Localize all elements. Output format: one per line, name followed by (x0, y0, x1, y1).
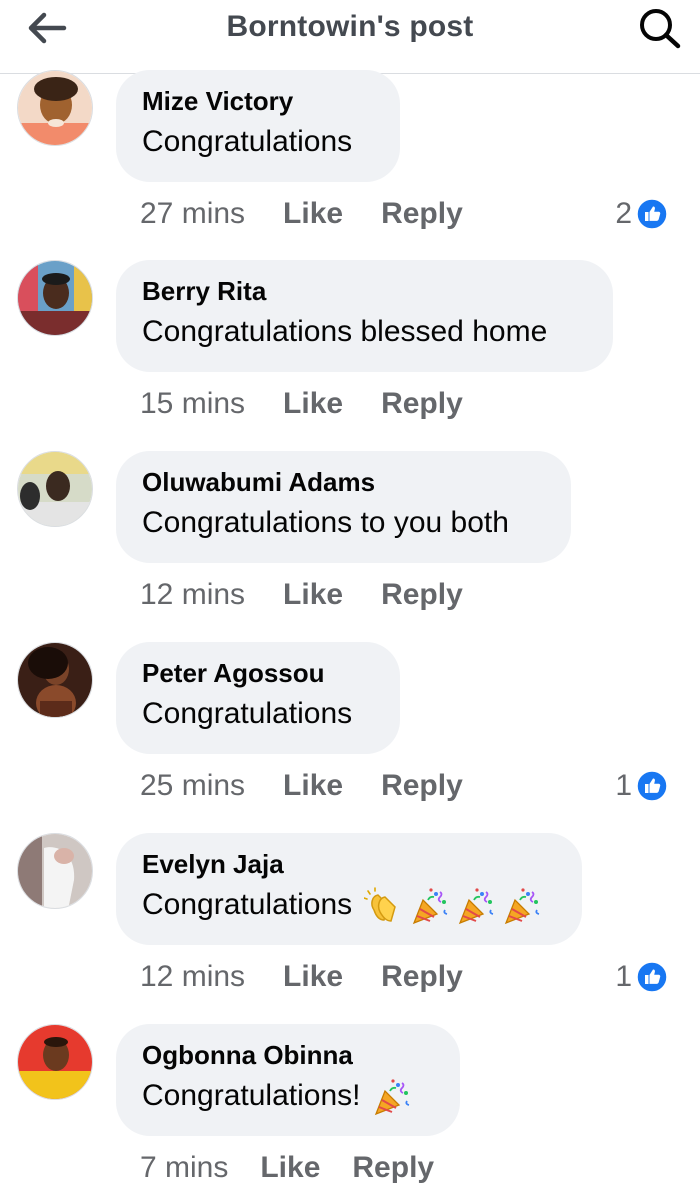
comment-bubble[interactable]: Ogbonna Obinna Congratulations! (116, 1024, 460, 1136)
comment-bubble[interactable]: Oluwabumi Adams Congratulations to you b… (116, 451, 571, 563)
party-popper-icon (502, 886, 542, 926)
comment-item: Oluwabumi Adams Congratulations to you b… (0, 451, 700, 641)
reaction-count[interactable]: 1 (615, 957, 668, 997)
reply-button[interactable]: Reply (381, 194, 463, 234)
app-header: Borntowin's post (0, 0, 700, 74)
comment-timestamp: 7 mins (140, 1151, 229, 1184)
like-button[interactable]: Like (283, 575, 343, 615)
comment-text: Congratulations (142, 697, 353, 730)
avatar-image (18, 1025, 92, 1099)
reply-button[interactable]: Reply (352, 1148, 434, 1188)
like-reaction-icon (636, 770, 668, 802)
reply-button[interactable]: Reply (381, 575, 463, 615)
search-button[interactable] (636, 6, 684, 50)
comment-timestamp: 15 mins (140, 387, 246, 420)
like-button[interactable]: Like (283, 194, 343, 234)
reply-button[interactable]: Reply (381, 384, 463, 424)
search-icon (640, 9, 681, 49)
emoji-row (372, 1077, 412, 1117)
like-reaction-icon (636, 198, 668, 230)
comment-text: Congratulations (142, 885, 556, 926)
avatar[interactable] (17, 70, 93, 146)
comment-item: Mize Victory Congratulations 27 mins Lik… (0, 70, 700, 260)
like-button[interactable]: Like (283, 384, 343, 424)
emoji-row (364, 886, 542, 926)
comment-author[interactable]: Evelyn Jaja (142, 847, 556, 881)
comment-author[interactable]: Oluwabumi Adams (142, 465, 545, 499)
comment-meta: 12 mins Like Reply (140, 957, 463, 997)
party-popper-icon (410, 886, 450, 926)
comment-text: Congratulations blessed home (142, 315, 548, 348)
comment-meta: 7 mins Like Reply (140, 1148, 434, 1188)
comment-text: Congratulations to you both (142, 506, 509, 539)
avatar[interactable] (17, 1024, 93, 1100)
comment-meta: 15 mins Like Reply (140, 384, 463, 424)
comment-bubble[interactable]: Evelyn Jaja Congratulations (116, 833, 582, 945)
comment-meta: 27 mins Like Reply (140, 194, 463, 234)
avatar[interactable] (17, 451, 93, 527)
comment-item: Evelyn Jaja Congratulations 12 mins Like… (0, 833, 700, 1023)
comment-timestamp: 12 mins (140, 578, 246, 611)
party-popper-icon (456, 886, 496, 926)
like-reaction-icon (636, 961, 668, 993)
reaction-count[interactable]: 2 (615, 194, 668, 234)
comment-bubble[interactable]: Berry Rita Congratulations blessed home (116, 260, 613, 372)
avatar[interactable] (17, 833, 93, 909)
reaction-count-number: 1 (615, 769, 632, 802)
comment-text: Congratulations (142, 125, 353, 158)
avatar-image (18, 834, 92, 908)
reply-button[interactable]: Reply (381, 957, 463, 997)
reaction-count[interactable]: 1 (615, 766, 668, 806)
comment-author[interactable]: Ogbonna Obinna (142, 1038, 434, 1072)
comment-bubble[interactable]: Peter Agossou Congratulations (116, 642, 400, 754)
reaction-count-number: 1 (615, 960, 632, 993)
comment-item: Peter Agossou Congratulations 25 mins Li… (0, 642, 700, 832)
party-popper-icon (372, 1077, 412, 1117)
comment-item: Ogbonna Obinna Congratulations! 7 mins L… (0, 1024, 700, 1200)
comment-author[interactable]: Mize Victory (142, 84, 374, 118)
comment-text: Congratulations! (142, 1076, 434, 1117)
avatar[interactable] (17, 642, 93, 718)
comment-text-content: Congratulations (142, 888, 353, 921)
avatar-image (18, 643, 92, 717)
comment-text-content: Congratulations! (142, 1079, 361, 1112)
comment-item: Berry Rita Congratulations blessed home … (0, 260, 700, 450)
page-title: Borntowin's post (226, 10, 474, 43)
comment-meta: 12 mins Like Reply (140, 575, 463, 615)
comment-author[interactable]: Berry Rita (142, 274, 587, 308)
reply-button[interactable]: Reply (381, 766, 463, 806)
avatar[interactable] (17, 260, 93, 336)
avatar-image (18, 71, 92, 145)
comment-bubble[interactable]: Mize Victory Congratulations (116, 70, 400, 182)
comment-author[interactable]: Peter Agossou (142, 656, 374, 690)
comment-timestamp: 12 mins (140, 960, 246, 993)
clapping-hands-icon (364, 886, 404, 926)
comment-meta: 25 mins Like Reply (140, 766, 463, 806)
avatar-image (18, 261, 92, 335)
comment-timestamp: 25 mins (140, 769, 246, 802)
reaction-count-number: 2 (615, 197, 632, 230)
comment-timestamp: 27 mins (140, 197, 246, 230)
like-button[interactable]: Like (283, 766, 343, 806)
avatar-image (18, 452, 92, 526)
like-button[interactable]: Like (283, 957, 343, 997)
like-button[interactable]: Like (260, 1148, 320, 1188)
